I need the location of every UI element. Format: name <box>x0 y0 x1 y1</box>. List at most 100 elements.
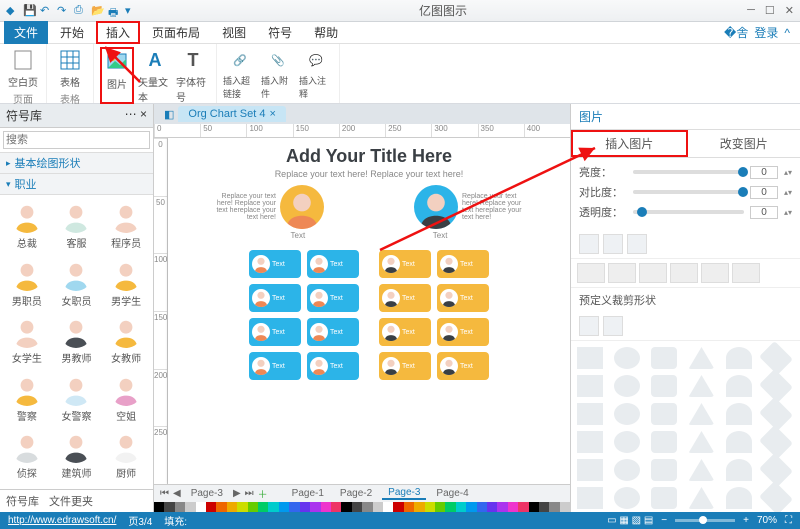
rp-tab-insert[interactable]: 插入图片 <box>571 130 688 157</box>
canvas[interactable]: Add Your Title Here Replace your text he… <box>168 138 570 484</box>
crop-shape[interactable] <box>651 347 677 369</box>
crop-shape[interactable] <box>614 487 640 509</box>
shape-item[interactable]: 警察 <box>2 372 52 428</box>
first-page-icon[interactable]: ⏮ <box>160 488 169 499</box>
shape-item[interactable]: 男教师 <box>52 314 102 370</box>
rp-tab-change[interactable]: 改变图片 <box>688 130 800 157</box>
crop-shape[interactable] <box>651 375 677 397</box>
org-card[interactable]: Text <box>437 284 489 312</box>
last-page-icon[interactable]: ⏭ <box>245 488 254 499</box>
crop-shape[interactable] <box>688 431 714 453</box>
shape-item[interactable]: 建筑师 <box>52 429 102 485</box>
panel-menu-icon[interactable]: ⋯ × <box>125 107 147 124</box>
crop-shape[interactable] <box>577 431 603 453</box>
crop-shape[interactable] <box>651 487 677 509</box>
login-link[interactable]: 登录 <box>754 24 778 41</box>
redo-icon[interactable]: ↷ <box>57 4 71 18</box>
org-card[interactable]: Text <box>379 352 431 380</box>
crop-shape[interactable] <box>688 375 714 397</box>
crop-shape[interactable] <box>651 431 677 453</box>
page-tab[interactable]: Page-3 <box>382 487 426 500</box>
crop-shape[interactable] <box>726 403 752 425</box>
qat-more-icon[interactable]: ▾ <box>125 4 139 18</box>
crop-shape[interactable] <box>726 487 752 509</box>
rp-crop-2[interactable] <box>603 316 623 336</box>
shape-item[interactable]: 程序员 <box>101 199 151 255</box>
share-icon[interactable]: �舎 <box>724 24 748 41</box>
status-url[interactable]: http://www.edrawsoft.cn/ <box>8 515 116 526</box>
org-card[interactable]: Text <box>437 352 489 380</box>
crop-shape[interactable] <box>614 347 640 369</box>
org-card[interactable]: Text <box>307 284 359 312</box>
org-card[interactable]: Text <box>249 250 301 278</box>
org-card[interactable]: Text <box>307 352 359 380</box>
crop-shape[interactable] <box>614 459 640 481</box>
org-card[interactable]: Text <box>249 318 301 346</box>
thumbnail[interactable] <box>608 263 636 283</box>
file-folder-tab[interactable]: 文件更夹 <box>49 493 93 509</box>
vector-text-button[interactable]: A 矢量文本 <box>138 47 172 104</box>
accordion-occupation[interactable]: 职业 <box>0 174 153 195</box>
insert-picture-button[interactable]: 图片 <box>100 47 134 104</box>
rp-tool-1[interactable] <box>579 234 599 254</box>
accordion-basic-shapes[interactable]: 基本绘图形状 <box>0 153 153 174</box>
org-card[interactable]: Text <box>379 284 431 312</box>
slider-track[interactable] <box>633 190 744 194</box>
org-card[interactable]: Text <box>437 250 489 278</box>
crop-shape[interactable] <box>726 347 752 369</box>
doc-add-icon[interactable]: ◧ <box>160 108 178 121</box>
thumbnail[interactable] <box>701 263 729 283</box>
tab-insert[interactable]: 插入 <box>96 21 140 44</box>
crop-shape[interactable] <box>614 375 640 397</box>
shape-item[interactable]: 总裁 <box>2 199 52 255</box>
thumbnail[interactable] <box>577 263 605 283</box>
shape-item[interactable]: 男职员 <box>2 257 52 313</box>
page-tab[interactable]: Page-3 <box>185 488 229 499</box>
table-button[interactable]: 表格 <box>53 47 87 89</box>
thumbnail[interactable] <box>639 263 667 283</box>
close-tab-icon[interactable]: × <box>269 108 275 120</box>
crop-shape[interactable] <box>688 347 714 369</box>
tab-page-layout[interactable]: 页面布局 <box>142 21 210 44</box>
org-card[interactable]: Text <box>249 352 301 380</box>
crop-shape[interactable] <box>726 459 752 481</box>
org-card[interactable]: Text <box>249 284 301 312</box>
blank-page-button[interactable]: 空白页 <box>6 47 40 89</box>
crop-shape[interactable] <box>577 459 603 481</box>
zoom-out-icon[interactable]: − <box>661 515 667 526</box>
zoom-in-icon[interactable]: + <box>743 515 749 526</box>
print-icon[interactable]: 🖶 <box>108 4 122 18</box>
insert-comment-button[interactable]: 💬 插入注释 <box>299 47 333 100</box>
font-symbol-button[interactable]: T 字体符号 <box>176 47 210 104</box>
collapse-ribbon-icon[interactable]: ^ <box>784 26 790 40</box>
rp-tool-3[interactable] <box>627 234 647 254</box>
add-page-icon[interactable]: ＋ <box>258 486 268 501</box>
crop-shape[interactable] <box>577 375 603 397</box>
crop-shape[interactable] <box>614 403 640 425</box>
slider-value[interactable]: 0 <box>750 166 778 179</box>
crop-shape[interactable] <box>726 431 752 453</box>
crop-shape[interactable] <box>651 459 677 481</box>
slider-track[interactable] <box>633 170 744 174</box>
org-card[interactable]: Text <box>379 250 431 278</box>
undo-icon[interactable]: ↶ <box>40 4 54 18</box>
org-card[interactable]: Text <box>379 318 431 346</box>
page-tab[interactable]: Page-4 <box>430 488 474 499</box>
slider-value[interactable]: 0 <box>750 186 778 199</box>
insert-hyperlink-button[interactable]: 🔗 插入超链接 <box>223 47 257 100</box>
tab-view[interactable]: 视图 <box>212 21 256 44</box>
slider-track[interactable] <box>633 210 744 214</box>
color-palette[interactable] <box>154 502 570 512</box>
shape-item[interactable]: 厨师 <box>101 429 151 485</box>
open-icon[interactable]: 📂 <box>91 4 105 18</box>
search-input[interactable] <box>3 131 150 149</box>
crop-shape[interactable] <box>688 487 714 509</box>
maximize-icon[interactable]: ☐ <box>765 4 775 17</box>
prev-page-icon[interactable]: ◀ <box>173 488 181 499</box>
shape-item[interactable]: 女学生 <box>2 314 52 370</box>
crop-shape[interactable] <box>577 403 603 425</box>
fullscreen-icon[interactable]: ⛶ <box>785 515 792 526</box>
symbol-lib-tab[interactable]: 符号库 <box>6 493 39 509</box>
next-page-icon[interactable]: ▶ <box>233 488 241 499</box>
tab-start[interactable]: 开始 <box>50 21 94 44</box>
